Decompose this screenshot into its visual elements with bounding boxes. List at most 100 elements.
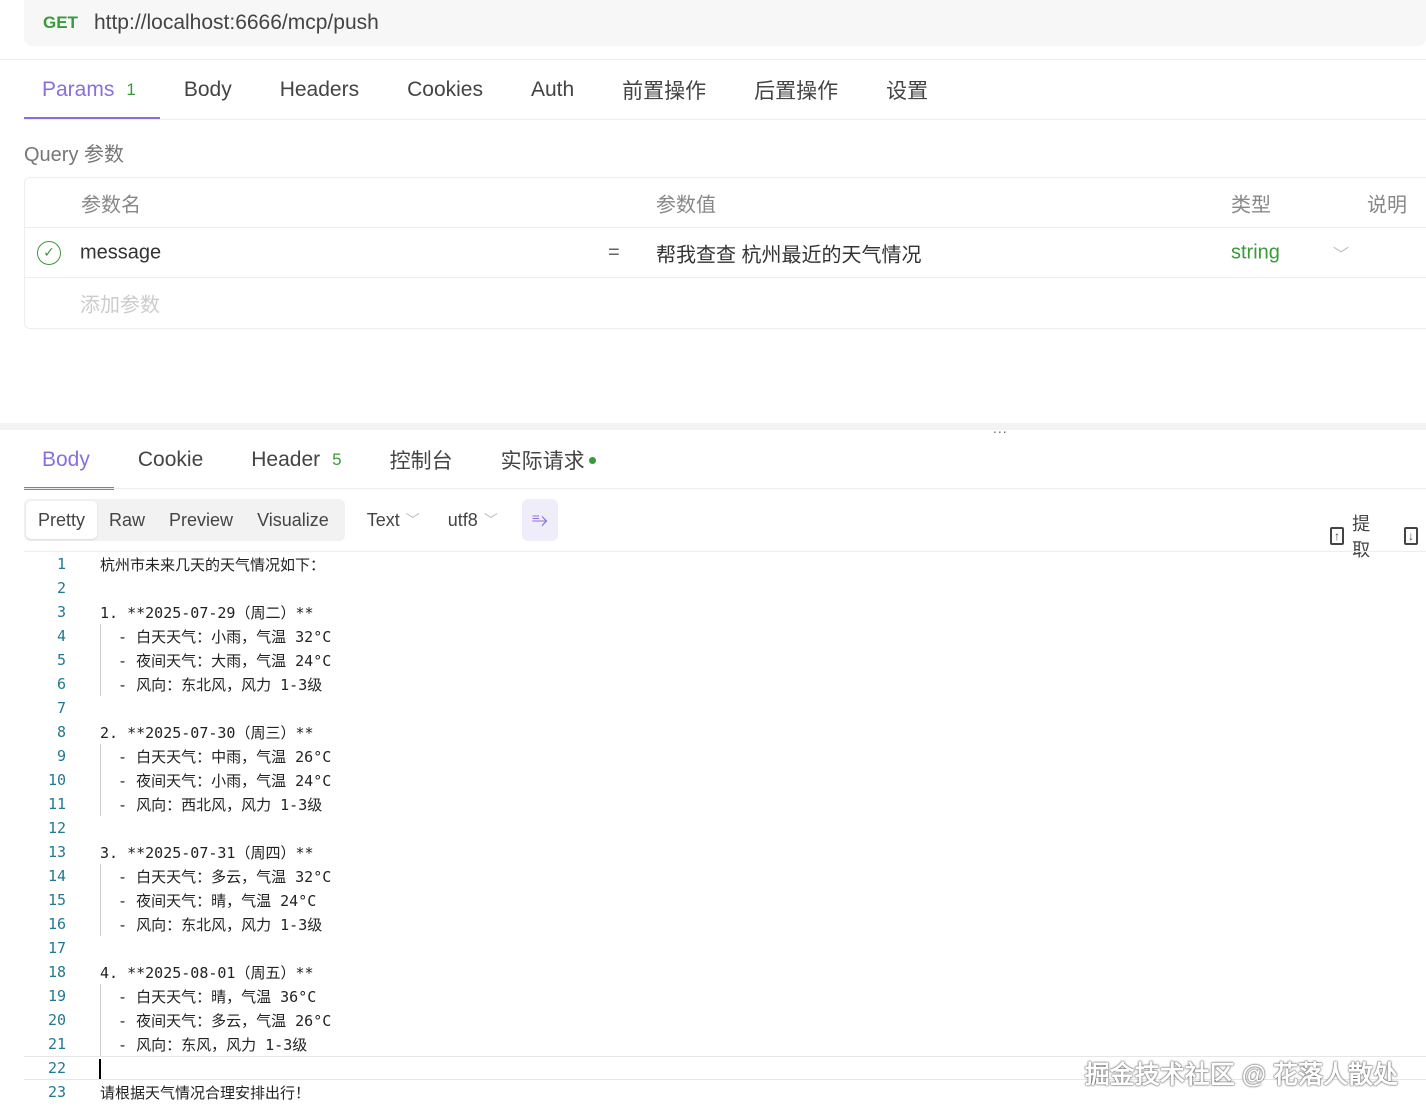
line-number: 20 xyxy=(47,1011,66,1029)
params-table: 参数名 参数值 类型 说明 ✓ message = 帮我查查 杭州最近的天气情况… xyxy=(24,177,1426,329)
code-text: - 夜间天气：大雨，气温 24°C xyxy=(100,651,332,670)
param-type-select[interactable]: string xyxy=(1231,241,1280,264)
mode-pretty[interactable]: Pretty xyxy=(26,501,98,539)
line-number: 22 xyxy=(47,1059,66,1077)
line-number: 16 xyxy=(47,915,66,933)
tab-pre-actions[interactable]: 前置操作 xyxy=(604,60,730,120)
param-name[interactable]: message xyxy=(80,241,161,264)
header-count-badge: 5 xyxy=(332,450,342,469)
line-number: 3 xyxy=(56,603,66,621)
chevron-down-icon[interactable]: ﹀ xyxy=(1333,241,1349,265)
line-number: 19 xyxy=(47,987,66,1005)
code-line: 11 - 风向：西北风，风力 1-3级 xyxy=(24,792,1426,816)
code-line: 8 2. **2025-07-30（周三）** xyxy=(24,720,1426,744)
code-line: 21 - 风向：东风，风力 1-3级 xyxy=(24,1032,1426,1056)
line-number: 21 xyxy=(47,1035,66,1053)
line-number: 7 xyxy=(56,699,66,717)
code-line: 3 1. **2025-07-29（周二）** xyxy=(24,600,1426,624)
code-line: 13 3. **2025-07-31（周四）** xyxy=(24,840,1426,864)
code-text: 1. **2025-07-29（周二）** xyxy=(100,603,314,622)
http-method[interactable]: GET xyxy=(43,13,78,33)
add-param-row: 添加参数 xyxy=(25,278,1426,328)
params-count-badge: 1 xyxy=(126,80,136,99)
tab-label: Header xyxy=(251,448,321,471)
line-number: 18 xyxy=(47,963,66,981)
url-input[interactable]: http://localhost:6666/mcp/push xyxy=(94,11,379,35)
col-value: 参数值 xyxy=(656,194,716,216)
line-number: 11 xyxy=(47,795,66,813)
code-line: 4 - 白天天气：小雨，气温 32°C xyxy=(24,624,1426,648)
line-number: 6 xyxy=(56,675,66,693)
divider xyxy=(24,488,1426,489)
resize-handle[interactable] xyxy=(0,423,1426,430)
tab-headers[interactable]: Headers xyxy=(262,60,383,120)
url-bar[interactable]: GET http://localhost:6666/mcp/push xyxy=(24,0,1426,46)
code-line: 20 - 夜间天气：多云，气温 26°C xyxy=(24,1008,1426,1032)
code-text: - 夜间天气：晴，气温 24°C xyxy=(100,891,317,910)
code-text: - 白天天气：中雨，气温 26°C xyxy=(100,747,332,766)
tab-params[interactable]: Params 1 xyxy=(24,60,160,120)
mode-raw[interactable]: Raw xyxy=(97,501,157,539)
code-line: 18 4. **2025-08-01（周五）** xyxy=(24,960,1426,984)
tab-settings[interactable]: 设置 xyxy=(868,60,952,120)
line-number: 13 xyxy=(47,843,66,861)
col-type: 类型 xyxy=(1231,194,1271,216)
add-param-input[interactable]: 添加参数 xyxy=(80,289,160,318)
status-dot-icon xyxy=(588,456,596,464)
line-number: 9 xyxy=(56,747,66,765)
code-text: 4. **2025-08-01（周五）** xyxy=(100,963,314,982)
tab-header[interactable]: Header 5 xyxy=(233,430,365,490)
drag-dots-icon[interactable]: ... xyxy=(993,420,1008,436)
download-box-icon[interactable]: ↓ xyxy=(1403,527,1418,545)
line-number: 23 xyxy=(47,1083,66,1101)
tab-body[interactable]: Body xyxy=(166,60,256,120)
code-text: - 风向：东北风，风力 1-3级 xyxy=(100,675,323,694)
response-toolbar: Pretty Raw Preview Visualize Text ﹀ utf8 ﹀… xyxy=(24,499,558,541)
tab-cookies[interactable]: Cookies xyxy=(389,60,507,120)
line-number: 5 xyxy=(56,651,66,669)
tab-label: Params xyxy=(42,78,115,101)
checkbox-checked-icon[interactable]: ✓ xyxy=(37,240,61,265)
line-number: 12 xyxy=(47,819,66,837)
code-text: - 白天天气：小雨，气温 32°C xyxy=(100,627,332,646)
chevron-down-icon: ﹀ xyxy=(405,512,420,528)
format-select[interactable]: Text ﹀ xyxy=(367,510,420,531)
line-number: 2 xyxy=(56,579,66,597)
chevron-down-icon: ﹀ xyxy=(483,512,498,528)
text-cursor xyxy=(99,1059,101,1079)
code-text: 请根据天气情况合理安排出行！ xyxy=(100,1083,311,1102)
word-wrap-icon[interactable]: ⥱ xyxy=(521,499,558,541)
view-mode-switch: Pretty Raw Preview Visualize xyxy=(24,499,345,541)
tab-console[interactable]: 控制台 xyxy=(372,430,477,490)
watermark: 掘金技术社区 @ 花落人散处 xyxy=(1084,1061,1398,1089)
tab-cookie[interactable]: Cookie xyxy=(120,430,227,490)
code-text: - 夜间天气：多云，气温 26°C xyxy=(100,1011,332,1030)
code-line: 12 xyxy=(24,816,1426,840)
line-number: 4 xyxy=(56,627,66,645)
code-line: 14 - 白天天气：多云，气温 32°C xyxy=(24,864,1426,888)
code-text: - 夜间天气：小雨，气温 24°C xyxy=(100,771,332,790)
response-body-editor[interactable]: 1 杭州市未来几天的天气情况如下： 2 3 1. **2025-07-29（周二）** 4… xyxy=(24,551,1426,1114)
tab-actual-request[interactable]: 实际请求 xyxy=(483,430,620,490)
mode-preview[interactable]: Preview xyxy=(157,501,245,539)
table-header: 参数名 参数值 类型 说明 xyxy=(25,178,1426,228)
code-line: 15 - 夜间天气：晴，气温 24°C xyxy=(24,888,1426,912)
mode-visualize[interactable]: Visualize xyxy=(245,501,341,539)
upload-box-icon: ↑ xyxy=(1330,527,1345,545)
encoding-select[interactable]: utf8 ﹀ xyxy=(448,510,498,531)
code-text: - 风向：东北风，风力 1-3级 xyxy=(100,915,323,934)
code-line: 10 - 夜间天气：小雨，气温 24°C xyxy=(24,768,1426,792)
query-params-title: Query 参数 xyxy=(24,144,125,166)
encoding-value: utf8 xyxy=(447,509,478,530)
tab-auth[interactable]: Auth xyxy=(513,60,598,120)
tab-response-body[interactable]: Body xyxy=(24,430,114,490)
code-text: - 风向：西北风，风力 1-3级 xyxy=(100,795,323,814)
line-number: 14 xyxy=(47,867,66,885)
code-line: 17 xyxy=(24,936,1426,960)
param-value[interactable]: 帮我查查 杭州最近的天气情况 xyxy=(656,238,922,267)
tab-post-actions[interactable]: 后置操作 xyxy=(736,60,862,120)
code-line: 9 - 白天天气：中雨，气温 26°C xyxy=(24,744,1426,768)
code-line: 16 - 风向：东北风，风力 1-3级 xyxy=(24,912,1426,936)
request-tabs: Params 1 Body Headers Cookies Auth 前置操作 后… xyxy=(24,60,958,120)
line-number: 1 xyxy=(56,555,66,573)
